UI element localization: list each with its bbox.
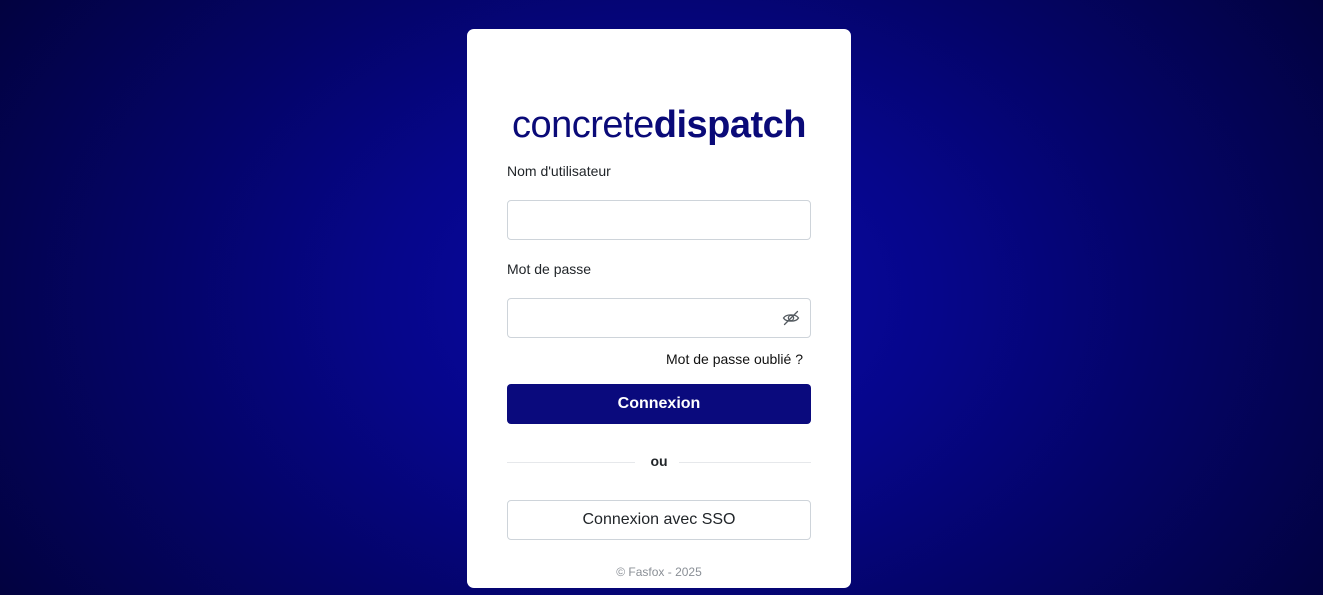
or-divider: ou bbox=[507, 452, 811, 472]
login-card: concretedispatch Nom d'utilisateur Mot d… bbox=[467, 29, 851, 588]
forgot-password-link[interactable]: Mot de passe oublié ? bbox=[666, 351, 803, 367]
username-input[interactable] bbox=[507, 200, 811, 240]
divider-text: ou bbox=[650, 453, 668, 469]
username-label: Nom d'utilisateur bbox=[507, 163, 611, 179]
login-button[interactable]: Connexion bbox=[507, 384, 811, 424]
password-input[interactable] bbox=[507, 298, 811, 338]
logo-light-text: concrete bbox=[512, 104, 654, 146]
password-label: Mot de passe bbox=[507, 261, 592, 277]
logo-bold-text: dispatch bbox=[653, 104, 807, 146]
brand-logo: concretedispatch bbox=[467, 103, 851, 147]
eye-slash-icon[interactable] bbox=[781, 308, 801, 328]
footer-copyright: © Fasfox - 2025 bbox=[616, 565, 702, 579]
eye-slash-icon-graphic bbox=[782, 310, 800, 326]
divider-line-right bbox=[679, 462, 811, 463]
sso-login-button[interactable]: Connexion avec SSO bbox=[507, 500, 811, 540]
